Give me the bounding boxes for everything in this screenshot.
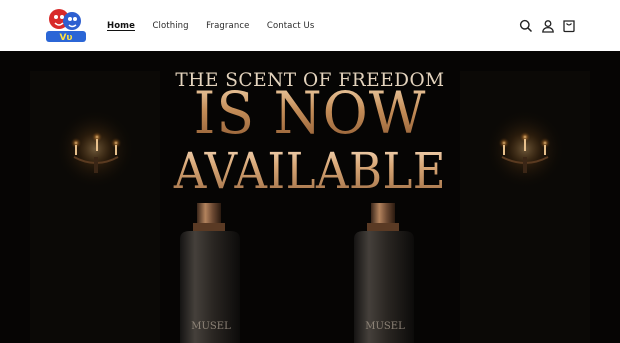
nav-fragrance[interactable]: Fragrance bbox=[200, 21, 249, 31]
nav-clothing[interactable]: Clothing bbox=[146, 21, 188, 31]
brand-logo[interactable]: Vυ bbox=[44, 6, 88, 44]
nav-home[interactable]: Home bbox=[101, 21, 135, 31]
logo-mark: Vυ bbox=[46, 9, 86, 43]
hero-headline-line-1: IS NOW bbox=[16, 81, 605, 145]
search-icon[interactable] bbox=[519, 18, 533, 33]
hero-banner[interactable]: MUSEL MUSEL THE SCENT OF FREEDOM IS NOW … bbox=[0, 51, 620, 343]
svg-text:Vυ: Vυ bbox=[59, 33, 72, 43]
right-bottle-label: MUSEL bbox=[365, 321, 405, 332]
site-header: Vυ Home Clothing Fragrance Contact Us bbox=[0, 0, 620, 51]
left-bottle-label: MUSEL bbox=[191, 321, 231, 332]
main-nav: Home Clothing Fragrance Contact Us bbox=[101, 0, 326, 51]
nav-contact-us[interactable]: Contact Us bbox=[261, 21, 314, 31]
cart-icon[interactable] bbox=[562, 18, 576, 33]
account-icon[interactable] bbox=[541, 18, 555, 33]
header-icons bbox=[512, 15, 577, 35]
hero-headline-line-2: AVAILABLE bbox=[31, 143, 589, 199]
